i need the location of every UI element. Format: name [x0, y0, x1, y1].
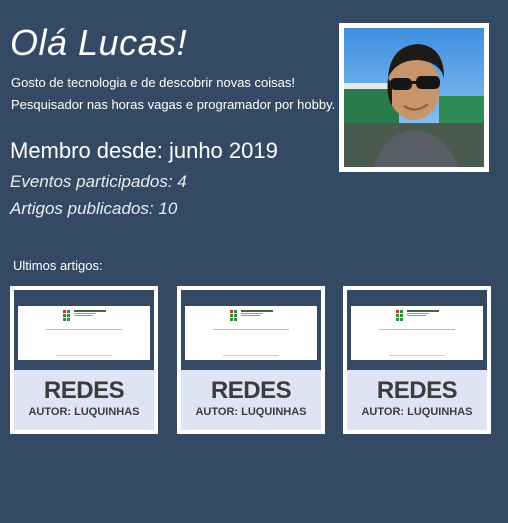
document-preview: [185, 306, 317, 360]
latest-articles-heading: Ultimos artigos:: [13, 258, 103, 273]
article-thumbnail: [14, 290, 154, 370]
institute-logo-icon: [63, 310, 107, 322]
article-title[interactable]: REDES: [14, 378, 154, 404]
article-label: REDES AUTOR: LUQUINHAS: [181, 370, 321, 430]
article-title[interactable]: REDES: [347, 378, 487, 404]
articles-count: Artigos publicados: 10: [10, 199, 178, 218]
article-label: REDES AUTOR: LUQUINHAS: [14, 370, 154, 430]
document-preview: [351, 306, 483, 360]
avatar-photo: [344, 28, 484, 167]
bio-line: Pesquisador nas horas vagas e programado…: [11, 97, 336, 112]
avatar: [339, 23, 489, 172]
article-label: REDES AUTOR: LUQUINHAS: [347, 370, 487, 430]
events-count: Eventos participados: 4: [10, 172, 187, 191]
article-card[interactable]: REDES AUTOR: LUQUINHAS: [177, 286, 325, 434]
institute-logo-icon: [396, 310, 440, 322]
article-title[interactable]: REDES: [181, 378, 321, 404]
document-preview: [18, 306, 150, 360]
article-thumbnail: [181, 290, 321, 370]
article-thumbnail: [347, 290, 487, 370]
institute-logo-icon: [230, 310, 274, 322]
article-author: AUTOR: LUQUINHAS: [28, 406, 140, 418]
article-card[interactable]: REDES AUTOR: LUQUINHAS: [343, 286, 491, 434]
profile-bio: Gosto de tecnologia e de descobrir novas…: [11, 72, 335, 116]
article-author: AUTOR: LUQUINHAS: [361, 406, 473, 418]
bio-line: Gosto de tecnologia e de descobrir novas…: [11, 75, 296, 90]
member-since: Membro desde: junho 2019: [10, 138, 278, 163]
article-author: AUTOR: LUQUINHAS: [195, 406, 307, 418]
article-card[interactable]: REDES AUTOR: LUQUINHAS: [10, 286, 158, 434]
greeting-title: Olá Lucas!: [10, 22, 188, 63]
